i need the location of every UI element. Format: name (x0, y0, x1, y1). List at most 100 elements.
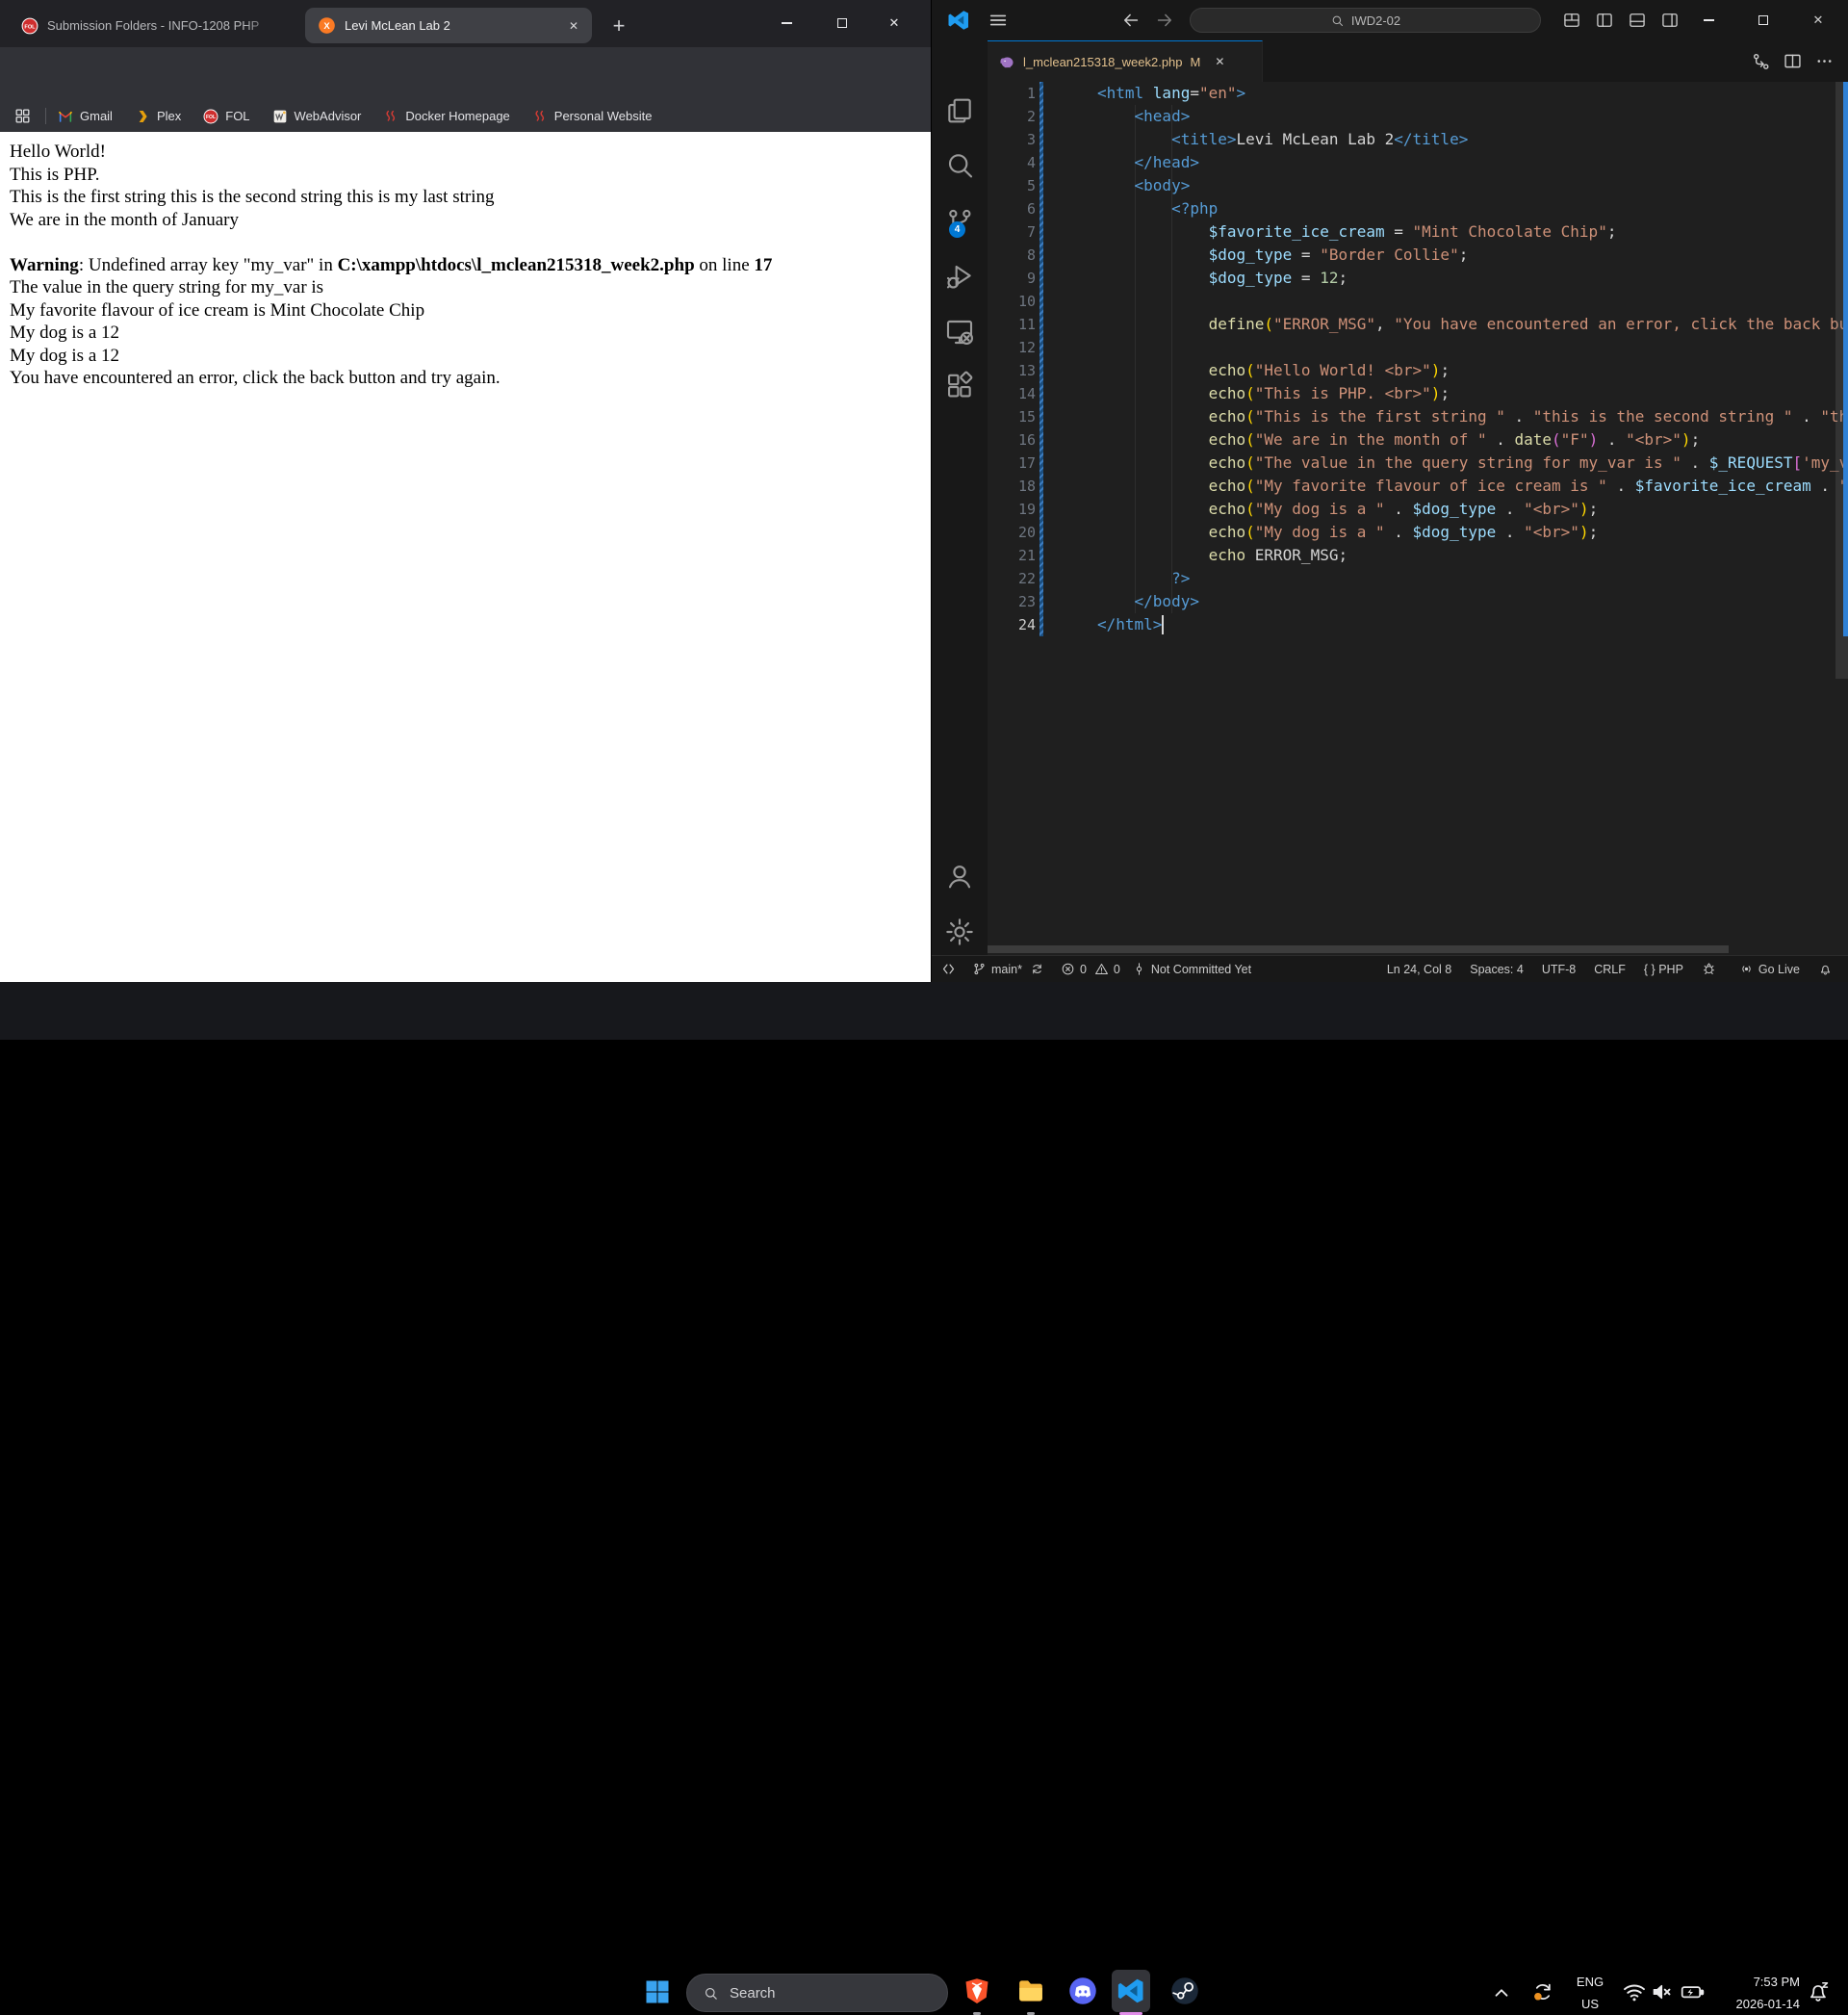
taskbar-explorer[interactable] (1012, 1970, 1050, 2012)
activity-explorer-icon[interactable] (944, 95, 975, 126)
toggle-sidebar-icon[interactable] (1595, 11, 1614, 30)
code-line[interactable]: 16 echo("We are in the month of " . date… (988, 428, 1848, 452)
clock[interactable]: 7:53 PM2026-01-14 (1704, 1971, 1800, 2015)
notifications-bell-icon[interactable] (1807, 1979, 1832, 2004)
code-line[interactable]: 3 <title>Levi McLean Lab 2</title> (988, 128, 1848, 151)
bookmark-webadvisor[interactable]: WebAdvisor (272, 109, 362, 124)
activity-accounts-icon[interactable] (944, 861, 975, 891)
code-line[interactable]: 10 (988, 290, 1848, 313)
status-remote-indicator[interactable] (936, 959, 966, 980)
browser-minimize-button[interactable] (772, 10, 801, 37)
output-line: This is PHP. (10, 164, 931, 187)
code-line[interactable]: 9 $dog_type = 12; (988, 267, 1848, 290)
vscode-close-button[interactable]: ✕ (1796, 7, 1840, 34)
text-cursor (1162, 615, 1164, 634)
status-label: Not Committed Yet (1151, 963, 1251, 976)
code-line[interactable]: 23 </body> (988, 590, 1848, 613)
status-encoding[interactable]: UTF-8 (1536, 959, 1581, 980)
status-branch-status[interactable]: main* (966, 959, 1055, 980)
code-line[interactable]: 17 echo("The value in the query string f… (988, 452, 1848, 475)
bookmark-gmail[interactable]: Gmail (58, 109, 113, 124)
vscode-maximize-button[interactable] (1741, 7, 1785, 34)
activity-search-icon[interactable] (944, 150, 975, 181)
toggle-panel-icon[interactable] (1628, 11, 1647, 30)
bookmark-label: Docker Homepage (405, 109, 509, 123)
code-line[interactable]: 6 <?php (988, 197, 1848, 220)
status-problems-status[interactable]: 00 (1055, 959, 1126, 980)
command-search-box[interactable]: IWD2-02 (1190, 8, 1541, 33)
volume-mute-icon[interactable] (1650, 1979, 1675, 2004)
new-tab-button[interactable]: + (605, 13, 632, 39)
nav-back-icon[interactable] (1120, 10, 1142, 31)
warning-icon (1094, 962, 1109, 976)
customize-layout-icon[interactable] (1562, 11, 1581, 30)
tool-icon (1702, 962, 1716, 976)
editor-tab-active[interactable]: l_mclean215318_week2.php M ✕ (988, 40, 1263, 82)
code-line[interactable]: 7 $favorite_ice_cream = "Mint Chocolate … (988, 220, 1848, 244)
line-number: 6 (988, 197, 1036, 220)
code-line[interactable]: 1<html lang="en"> (988, 82, 1848, 105)
code-line[interactable]: 20 echo("My dog is a " . $dog_type . "<b… (988, 521, 1848, 544)
browser-tab-inactive[interactable]: FOL Submission Folders - INFO-1208 PHP (10, 8, 298, 43)
browser-close-button[interactable]: ✕ (880, 10, 909, 37)
status-go-live[interactable]: Go Live (1733, 959, 1806, 980)
code-line[interactable]: 11 define("ERROR_MSG", "You have encount… (988, 313, 1848, 336)
open-changes-icon[interactable] (1751, 51, 1771, 71)
code-line[interactable]: 15 echo("This is the first string " . "t… (988, 405, 1848, 428)
tab-close-icon[interactable]: ✕ (1210, 52, 1229, 71)
status-commit-status[interactable]: Not Committed Yet (1126, 959, 1257, 980)
vscode-minimize-button[interactable] (1686, 7, 1731, 34)
nav-forward-icon[interactable] (1154, 10, 1175, 31)
bookmark-personal-website[interactable]: Personal Website (532, 109, 653, 124)
status-extension-status[interactable] (1696, 959, 1727, 980)
more-actions-icon[interactable] (1814, 51, 1835, 71)
browser-maximize-button[interactable] (828, 10, 857, 37)
code-line[interactable]: 5 <body> (988, 174, 1848, 197)
code-line[interactable]: 14 echo("This is PHP. <br>"); (988, 382, 1848, 405)
wifi-icon[interactable] (1622, 1979, 1647, 2004)
taskbar-discord[interactable] (1064, 1970, 1102, 2012)
taskbar-brave[interactable] (958, 1970, 996, 2012)
split-editor-icon[interactable] (1783, 51, 1803, 71)
taskbar-vscode[interactable] (1112, 1970, 1150, 2012)
tray-sync-icon[interactable] (1530, 1979, 1555, 2004)
activity-remote-explorer-icon[interactable] (944, 316, 975, 347)
browser-tab-active[interactable]: X Levi McLean Lab 2 ✕ (305, 8, 592, 43)
code-line[interactable]: 4 </head> (988, 151, 1848, 174)
code-line[interactable]: 13 echo("Hello World! <br>"); (988, 359, 1848, 382)
toggle-secondary-sidebar-icon[interactable] (1660, 11, 1680, 30)
taskbar-search-box[interactable]: Search (686, 1974, 948, 2012)
code-line[interactable]: 2 <head> (988, 105, 1848, 128)
status-language-mode[interactable]: { } PHP (1638, 959, 1689, 980)
activity-run-debug-icon[interactable] (944, 261, 975, 292)
code-editor[interactable]: 1<html lang="en">2 <head>3 <title>Levi M… (988, 82, 1848, 943)
bookmark-fol[interactable]: FOLFOL (203, 109, 249, 124)
status-cursor-position[interactable]: Ln 24, Col 8 (1381, 959, 1457, 980)
search-label: Search (730, 1985, 776, 2002)
tab-close-icon[interactable]: ✕ (563, 15, 584, 37)
code-line[interactable]: 24</html> (988, 613, 1848, 636)
code-line[interactable]: 21 echo ERROR_MSG; (988, 544, 1848, 567)
code-line[interactable]: 19 echo("My dog is a " . $dog_type . "<b… (988, 498, 1848, 521)
taskbar-steam[interactable] (1166, 1970, 1204, 2012)
status-indentation[interactable]: Spaces: 4 (1464, 959, 1529, 980)
activity-settings-icon[interactable] (944, 917, 975, 947)
bookmark-docker-homepage[interactable]: Docker Homepage (383, 109, 509, 124)
apps-grid-icon[interactable] (13, 107, 32, 125)
source-control-badge: 4 (949, 221, 965, 238)
activity-extensions-icon[interactable] (944, 371, 975, 401)
menu-hamburger-icon[interactable] (988, 10, 1009, 31)
code-line[interactable]: 18 echo("My favorite flavour of ice crea… (988, 475, 1848, 498)
tray-caret-up-icon[interactable] (1491, 1982, 1512, 2003)
code-line[interactable]: 12 (988, 336, 1848, 359)
status-eol-sequence[interactable]: CRLF (1588, 959, 1631, 980)
start-button-icon[interactable] (643, 1977, 672, 2006)
bookmark-plex[interactable]: Plex (135, 109, 181, 124)
battery-icon[interactable] (1679, 1979, 1706, 2004)
language-indicator[interactable]: ENGUS (1571, 1971, 1609, 2015)
horizontal-scrollbar[interactable] (988, 943, 1848, 955)
status-notifications-bell[interactable] (1812, 959, 1843, 980)
status-label: Go Live (1758, 963, 1800, 976)
code-line[interactable]: 8 $dog_type = "Border Collie"; (988, 244, 1848, 267)
code-line[interactable]: 22 ?> (988, 567, 1848, 590)
